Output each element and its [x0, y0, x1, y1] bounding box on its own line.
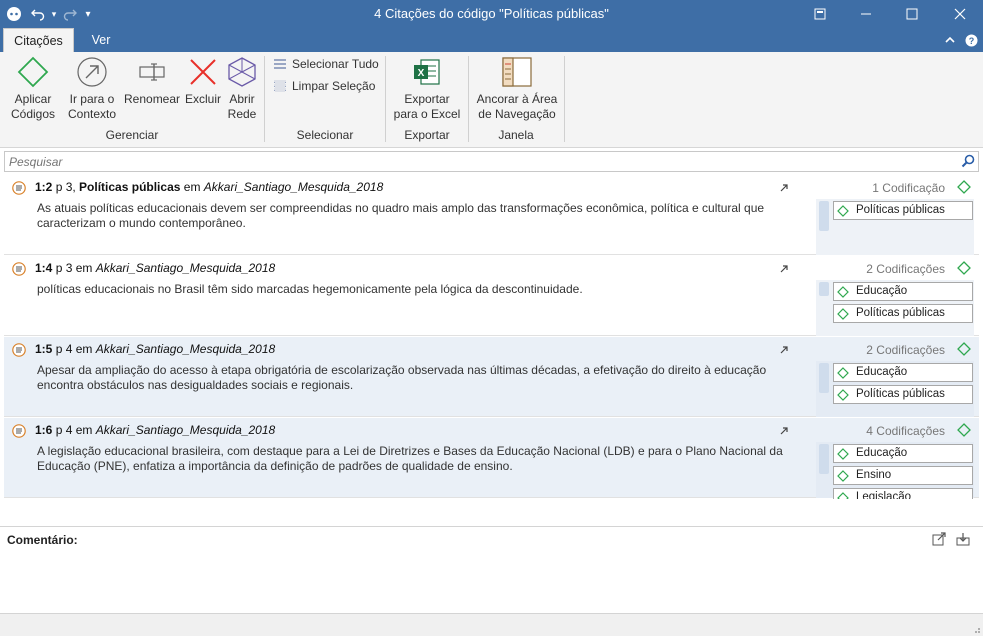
go-to-arrow-icon — [77, 57, 107, 87]
code-count: 2 Codificações — [866, 343, 945, 357]
code-tag[interactable]: Políticas públicas — [833, 201, 973, 220]
quotation-item[interactable]: 1:2 p 3, Políticas públicas em Akkari_Sa… — [4, 175, 979, 255]
group-label-janela: Janela — [498, 128, 534, 142]
quotation-item[interactable]: 1:4 p 3 em Akkari_Santiago_Mesquida_2018… — [4, 256, 979, 336]
quotation-header: 1:6 p 4 em Akkari_Santiago_Mesquida_2018 — [35, 423, 276, 437]
quotation-text: Apesar da ampliação do acesso à etapa ob… — [37, 363, 767, 392]
quotation-list: 1:2 p 3, Políticas públicas em Akkari_Sa… — [4, 175, 979, 499]
resize-grip-icon[interactable] — [971, 624, 981, 634]
quotation-text: As atuais políticas educacionais devem s… — [37, 201, 765, 230]
open-network-button[interactable]: Abrir Rede — [224, 56, 260, 122]
rename-icon — [139, 63, 165, 81]
tab-ver[interactable]: Ver — [85, 28, 117, 52]
go-to-context-button[interactable]: Ir para o Contexto — [66, 56, 118, 122]
code-diamond-icon — [837, 448, 849, 460]
code-tag[interactable]: Políticas públicas — [833, 304, 973, 323]
code-tag[interactable]: Educação — [833, 444, 973, 463]
delete-button[interactable]: Excluir — [184, 56, 222, 107]
group-label-exportar: Exportar — [404, 128, 450, 142]
group-label-gerenciar: Gerenciar — [105, 128, 159, 142]
maximize-button[interactable] — [889, 0, 935, 28]
clear-selection-button[interactable]: Limpar Seleção — [274, 77, 375, 95]
search-icon[interactable] — [961, 154, 975, 168]
quotation-icon — [12, 343, 26, 357]
select-all-button[interactable]: Selecionar Tudo — [274, 55, 379, 73]
code-diamond-icon — [837, 205, 849, 217]
quotation-text: políticas educacionais no Brasil têm sid… — [37, 282, 583, 296]
quotation-item[interactable]: 1:5 p 4 em Akkari_Santiago_Mesquida_2018… — [4, 337, 979, 417]
help-icon[interactable]: ? — [963, 32, 979, 48]
go-to-quotation-icon[interactable] — [779, 264, 789, 274]
code-count: 1 Codificação — [872, 181, 945, 195]
codes-scrollbar[interactable] — [819, 444, 829, 474]
quotation-icon — [12, 262, 26, 276]
code-count: 2 Codificações — [866, 262, 945, 276]
add-code-icon[interactable] — [957, 423, 971, 437]
quotation-item[interactable]: 1:6 p 4 em Akkari_Santiago_Mesquida_2018… — [4, 418, 979, 499]
comment-label: Comentário: — [7, 533, 78, 547]
status-bar — [0, 613, 983, 636]
dock-panel-icon — [502, 57, 532, 87]
title-bar: ▾ ▾ 4 Citações do código "Políticas públ… — [0, 0, 983, 28]
float-window-button[interactable] — [797, 0, 843, 28]
svg-text:X: X — [418, 68, 425, 79]
quotation-header: 1:5 p 4 em Akkari_Santiago_Mesquida_2018 — [35, 342, 276, 356]
add-code-icon[interactable] — [957, 261, 971, 275]
ribbon-separator — [468, 56, 469, 142]
quotation-icon — [12, 424, 26, 438]
svg-text:?: ? — [968, 36, 974, 46]
code-tag[interactable]: Ensino — [833, 466, 973, 485]
codes-scrollbar[interactable] — [819, 282, 829, 296]
code-diamond-icon — [837, 470, 849, 482]
code-diamond-icon — [837, 286, 849, 298]
export-excel-button[interactable]: X Exportar para o Excel — [393, 56, 461, 122]
quotation-icon — [12, 181, 26, 195]
tab-citacoes[interactable]: Citações — [3, 28, 74, 52]
code-tag[interactable]: Legislação — [833, 488, 973, 499]
ribbon-separator — [264, 56, 265, 142]
import-comment-icon[interactable] — [956, 532, 970, 546]
search-input[interactable] — [5, 152, 935, 171]
group-label-selecionar: Selecionar — [296, 128, 354, 142]
add-code-icon[interactable] — [957, 342, 971, 356]
code-tag[interactable]: Políticas públicas — [833, 385, 973, 404]
excel-icon: X — [414, 59, 440, 85]
code-diamond-icon — [837, 308, 849, 320]
ribbon-separator — [564, 56, 565, 142]
quotation-header: 1:4 p 3 em Akkari_Santiago_Mesquida_2018 — [35, 261, 276, 275]
open-comment-editor-icon[interactable] — [932, 532, 946, 546]
code-diamond-icon — [837, 492, 849, 499]
code-count: 4 Codificações — [866, 424, 945, 438]
network-icon — [228, 57, 256, 87]
code-tag[interactable]: Educação — [833, 363, 973, 382]
apply-codes-button[interactable]: Aplicar Códigos — [10, 56, 56, 122]
code-diamond-icon — [837, 389, 849, 401]
collapse-ribbon-icon[interactable] — [942, 32, 958, 48]
go-to-quotation-icon[interactable] — [779, 426, 789, 436]
quotation-header: 1:2 p 3, Políticas públicas em Akkari_Sa… — [35, 180, 384, 194]
add-code-icon[interactable] — [957, 180, 971, 194]
minimize-button[interactable] — [843, 0, 889, 28]
ribbon-separator — [385, 56, 386, 142]
code-diamond-icon — [17, 56, 49, 88]
ribbon-tabs: Citações Ver ? — [0, 28, 983, 52]
ribbon: Aplicar Códigos Ir para o Contexto Renom… — [0, 52, 983, 148]
dock-navigator-button[interactable]: Ancorar à Área de Navegação — [474, 56, 560, 122]
codes-scrollbar[interactable] — [819, 201, 829, 231]
code-tag[interactable]: Educação — [833, 282, 973, 301]
search-box — [4, 151, 979, 172]
close-button[interactable] — [937, 0, 983, 28]
quotation-text: A legislação educacional brasileira, com… — [37, 444, 783, 473]
codes-scrollbar[interactable] — [819, 363, 829, 393]
go-to-quotation-icon[interactable] — [779, 183, 789, 193]
code-diamond-icon — [837, 367, 849, 379]
comment-panel: Comentário: — [0, 526, 983, 613]
go-to-quotation-icon[interactable] — [779, 345, 789, 355]
select-all-icon — [274, 59, 286, 69]
rename-button[interactable]: Renomear — [124, 56, 180, 107]
clear-selection-icon — [274, 80, 286, 92]
delete-x-icon — [190, 59, 216, 85]
